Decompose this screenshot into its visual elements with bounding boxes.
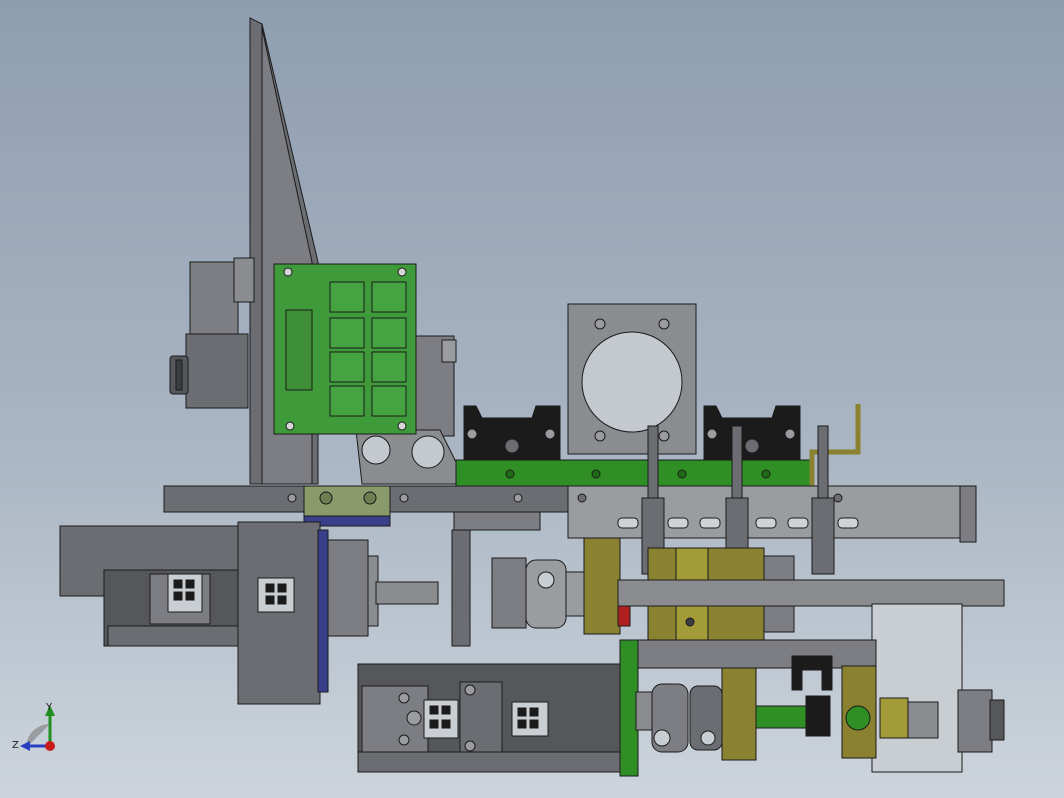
pcb-board[interactable] bbox=[273, 263, 417, 435]
coupling-lower[interactable] bbox=[635, 667, 757, 761]
support-post[interactable] bbox=[451, 529, 471, 647]
lower-shaft[interactable] bbox=[755, 695, 831, 737]
valve-manifold[interactable] bbox=[409, 335, 457, 437]
olive-collar[interactable] bbox=[841, 665, 877, 759]
pulley-bracket[interactable] bbox=[355, 429, 457, 485]
solenoid-valve[interactable] bbox=[169, 257, 255, 409]
slide-cylinder[interactable] bbox=[567, 485, 977, 543]
beam-clamp[interactable] bbox=[303, 485, 391, 527]
rail-carriage-right[interactable] bbox=[703, 405, 801, 463]
green-bracket[interactable] bbox=[619, 639, 639, 777]
lower-crossbar[interactable] bbox=[637, 639, 877, 691]
rail-carriage-left[interactable] bbox=[463, 405, 561, 463]
triad-z-label: Z bbox=[12, 740, 19, 751]
orientation-triad: Y Z bbox=[12, 702, 55, 751]
connector-icon bbox=[257, 577, 295, 613]
connector-icon bbox=[511, 701, 549, 737]
coupling-upper[interactable] bbox=[491, 557, 585, 629]
connector-icon bbox=[167, 573, 203, 613]
cad-viewport[interactable]: Y Z bbox=[0, 0, 1064, 798]
linear-rail[interactable] bbox=[455, 459, 815, 489]
drive-shaft[interactable] bbox=[617, 579, 1005, 607]
motor-mount-plate[interactable] bbox=[567, 303, 697, 455]
assembly-drawing: Y Z bbox=[12, 17, 1005, 777]
triad-y-label: Y bbox=[45, 702, 53, 713]
servo-motor-bottom[interactable] bbox=[357, 663, 621, 773]
connector-icon bbox=[423, 699, 459, 739]
mount-plate-right[interactable] bbox=[871, 603, 963, 773]
